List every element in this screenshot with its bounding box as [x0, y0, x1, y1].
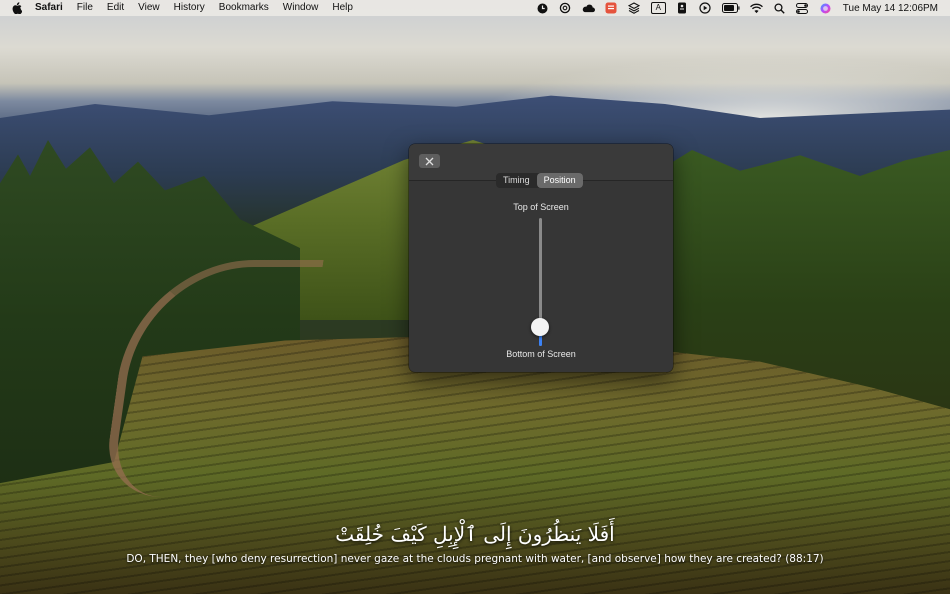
slider-bottom-label: Bottom of Screen	[506, 349, 576, 359]
siri-icon[interactable]	[819, 2, 832, 15]
menu-history[interactable]: History	[167, 0, 212, 16]
verse-translation: DO, THEN, they [who deny resurrection] n…	[126, 553, 824, 565]
close-icon	[425, 157, 434, 165]
menu-edit[interactable]: Edit	[100, 0, 131, 16]
layers-icon[interactable]	[628, 2, 641, 15]
menu-app-safari[interactable]: Safari	[24, 0, 70, 16]
verse-arabic: أَفَلَا يَنظُرُونَ إِلَى ٱلْإِبِلِ كَيْف…	[335, 522, 615, 546]
slider-knob[interactable]	[531, 317, 549, 336]
status-area: A Tue May 14 12:06PM	[531, 0, 950, 16]
control-center-icon[interactable]	[796, 2, 809, 15]
menu-window[interactable]: Window	[276, 0, 326, 16]
apple-menu-icon[interactable]	[12, 2, 24, 14]
cloud-icon[interactable]	[582, 2, 595, 15]
menu-help[interactable]: Help	[325, 0, 360, 16]
play-icon[interactable]	[699, 2, 712, 15]
tab-timing[interactable]: Timing	[496, 173, 537, 188]
text-input-label: A	[650, 2, 666, 14]
tab-segmented-control: Timing Position	[496, 173, 583, 188]
tab-position[interactable]: Position	[536, 173, 583, 188]
clock-icon[interactable]	[536, 2, 549, 15]
search-icon[interactable]	[773, 2, 786, 15]
menu-bar: Safari File Edit View History Bookmarks …	[0, 0, 950, 16]
position-settings-panel: Timing Position Top of Screen Bottom of …	[409, 144, 673, 372]
wifi-icon[interactable]	[749, 2, 763, 15]
app-badge-icon[interactable]	[605, 2, 618, 15]
slider-top-label: Top of Screen	[513, 202, 569, 212]
text-input-icon[interactable]: A	[650, 2, 666, 15]
menu-bookmarks[interactable]: Bookmarks	[212, 0, 276, 16]
close-button[interactable]	[419, 154, 440, 168]
menu-clock[interactable]: Tue May 14 12:06PM	[843, 3, 938, 14]
battery-icon[interactable]	[721, 2, 740, 15]
menu-view[interactable]: View	[131, 0, 167, 16]
openai-icon[interactable]	[559, 2, 572, 15]
document-icon[interactable]	[676, 2, 689, 15]
menu-file[interactable]: File	[70, 0, 100, 16]
